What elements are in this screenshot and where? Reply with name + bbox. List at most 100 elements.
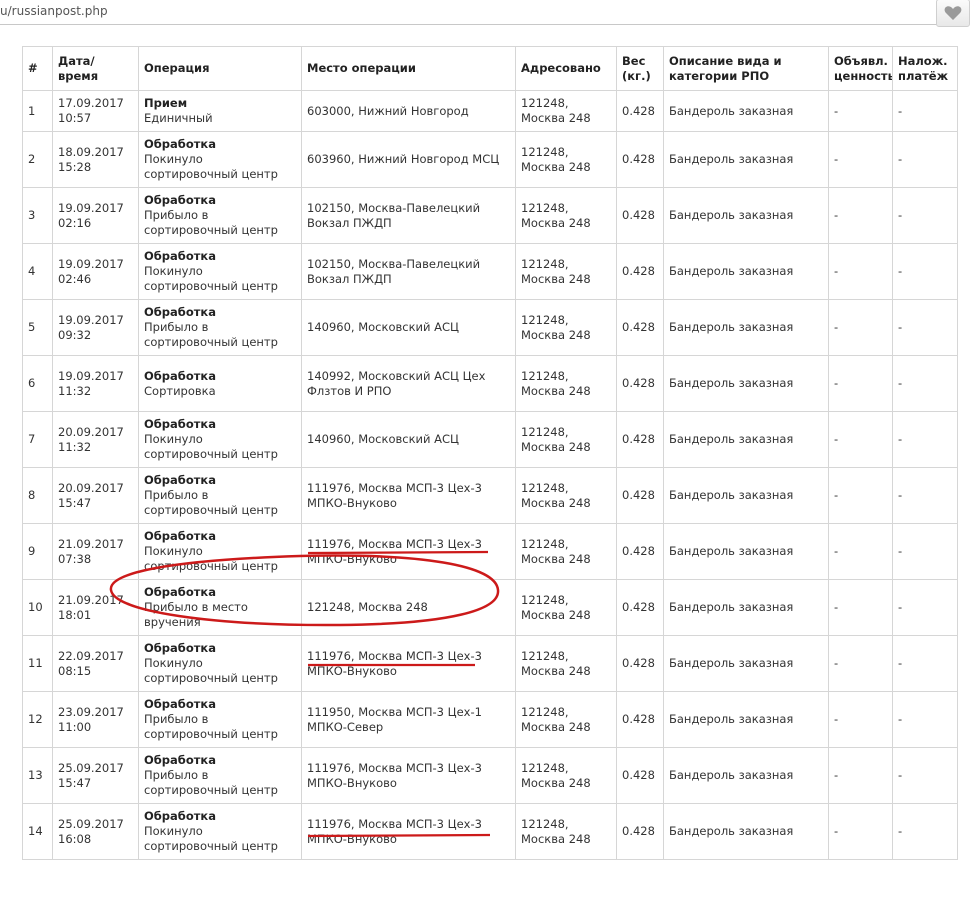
operation-attribute: Прибыло в сортировочный центр — [144, 768, 278, 797]
table-row: 12 23.09.2017 11:00 Обработка Прибыло в сорт… — [22, 691, 958, 748]
weight-value: 0.428 — [622, 376, 655, 390]
row-cod: - — [892, 691, 958, 748]
row-datetime: 21.09.2017 18:01 — [52, 579, 139, 636]
table-row: 1 17.09.2017 10:57 Прием Единичный 603000, Ни… — [22, 90, 958, 132]
row-date: 21.09.2017 — [58, 536, 124, 551]
row-description: Бандероль заказная — [663, 803, 829, 860]
row-time: 02:46 — [58, 271, 92, 286]
row-description: Бандероль заказная — [663, 747, 829, 804]
table-row: 4 19.09.2017 02:46 Обработка Покинуло сортир… — [22, 243, 958, 300]
row-addressed: 121248, Москва 248 — [515, 355, 617, 412]
row-num-value: 14 — [28, 824, 43, 838]
header-weight: Вес (кг.) — [616, 46, 664, 91]
row-date: 18.09.2017 — [58, 144, 124, 159]
row-date: 21.09.2017 — [58, 592, 124, 607]
operation-type: Обработка — [144, 368, 216, 383]
row-weight: 0.428 — [616, 803, 664, 860]
weight-value: 0.428 — [622, 712, 655, 726]
row-num: 8 — [22, 467, 53, 524]
operation-attribute: Прибыло в сортировочный центр — [144, 320, 278, 349]
row-num: 4 — [22, 243, 53, 300]
addressed-text: 121248, Москва 248 — [521, 816, 591, 846]
description-text: Бандероль заказная — [669, 152, 794, 166]
cod-text: - — [898, 544, 903, 558]
row-description: Бандероль заказная — [663, 299, 829, 356]
row-cod: - — [892, 803, 958, 860]
row-time: 16:08 — [58, 831, 92, 846]
row-cod: - — [892, 131, 958, 188]
row-num-value: 12 — [28, 712, 43, 726]
row-weight: 0.428 — [616, 187, 664, 244]
row-time: 15:47 — [58, 495, 92, 510]
row-addressed: 121248, Москва 248 — [515, 467, 617, 524]
location-text: 111976, Москва МСП-3 Цех-3 МПКО-Внуково — [307, 816, 482, 846]
row-num-value: 13 — [28, 768, 43, 782]
addressed-text: 121248, Москва 248 — [521, 368, 591, 398]
row-weight: 0.428 — [616, 747, 664, 804]
address-bar[interactable]: u/russianpost.php — [0, 0, 970, 27]
operation-attribute: Покинуло сортировочный центр — [144, 656, 278, 685]
cod-text: - — [898, 432, 903, 446]
row-num: 10 — [22, 579, 53, 636]
description-text: Бандероль заказная — [669, 544, 794, 558]
addressed-text: 121248, Москва 248 — [521, 760, 591, 790]
cod-text: - — [898, 208, 903, 222]
declared-value-text: - — [834, 488, 839, 502]
row-addressed: 121248, Москва 248 — [515, 635, 617, 692]
operation-type: Обработка — [144, 641, 216, 655]
row-datetime: 22.09.2017 08:15 — [52, 635, 139, 692]
tracking-table: # Дата/время Операция Место операции Адр… — [22, 46, 958, 860]
url-text[interactable]: u/russianpost.php — [0, 4, 108, 18]
row-description: Бандероль заказная — [663, 243, 829, 300]
weight-value: 0.428 — [622, 768, 655, 782]
row-location: 102150, Москва-Павелецкий Вокзал ПЖДП — [301, 187, 516, 244]
row-cod: - — [892, 579, 958, 636]
row-num-value: 8 — [28, 488, 36, 502]
table-row: 7 20.09.2017 11:32 Обработка Покинуло сортир… — [22, 411, 958, 468]
table-row: 10 21.09.2017 18:01 Обработка Прибыло в мест… — [22, 579, 958, 636]
row-operation: Обработка Покинуло сортировочный центр — [138, 243, 302, 300]
declared-value-text: - — [834, 320, 839, 334]
row-operation: Обработка Сортировка — [138, 355, 302, 412]
location-text: 111976, Москва МСП-3 Цех-3 МПКО-Внуково — [307, 760, 482, 790]
row-location: 111976, Москва МСП-3 Цех-3 МПКО-Внуково — [301, 523, 516, 580]
operation-type: Обработка — [144, 585, 216, 599]
favorite-button[interactable] — [936, 0, 970, 27]
header-addressed: Адресовано — [515, 46, 617, 91]
row-cod: - — [892, 411, 958, 468]
cod-text: - — [898, 152, 903, 166]
weight-value: 0.428 — [622, 488, 655, 502]
row-time: 11:32 — [58, 439, 92, 454]
description-text: Бандероль заказная — [669, 376, 794, 390]
row-cod: - — [892, 747, 958, 804]
row-date: 20.09.2017 — [58, 424, 124, 439]
table-body: 1 17.09.2017 10:57 Прием Единичный 603000, Ни… — [22, 90, 958, 860]
row-num-value: 3 — [28, 208, 36, 222]
operation-attribute: Прибыло в место вручения — [144, 600, 248, 629]
description-text: Бандероль заказная — [669, 103, 794, 118]
weight-value: 0.428 — [622, 152, 655, 166]
operation-type: Обработка — [144, 305, 216, 319]
location-text: 102150, Москва-Павелецкий Вокзал ПЖДП — [307, 200, 481, 230]
row-datetime: 19.09.2017 09:32 — [52, 299, 139, 356]
row-weight: 0.428 — [616, 411, 664, 468]
row-datetime: 23.09.2017 11:00 — [52, 691, 139, 748]
operation-type: Обработка — [144, 249, 216, 263]
header-declared-value: Объявл. ценность — [828, 46, 893, 91]
header-cod: Налож. платёж — [892, 46, 958, 91]
operation-attribute: Покинуло сортировочный центр — [144, 544, 278, 573]
row-num-value: 7 — [28, 432, 36, 446]
row-declared-value: - — [828, 747, 893, 804]
cod-text: - — [898, 600, 903, 614]
cod-text: - — [898, 712, 903, 726]
weight-value: 0.428 — [622, 656, 655, 670]
location-text: 111976, Москва МСП-3 Цех-3 МПКО-Внуково — [307, 536, 482, 566]
row-time: 07:38 — [58, 551, 92, 566]
row-addressed: 121248, Москва 248 — [515, 187, 617, 244]
row-operation: Обработка Покинуло сортировочный центр — [138, 131, 302, 188]
row-num: 7 — [22, 411, 53, 468]
row-operation: Обработка Прибыло в сортировочный центр — [138, 299, 302, 356]
operation-attribute: Покинуло сортировочный центр — [144, 152, 278, 181]
row-datetime: 18.09.2017 15:28 — [52, 131, 139, 188]
operation-attribute: Покинуло сортировочный центр — [144, 264, 278, 293]
